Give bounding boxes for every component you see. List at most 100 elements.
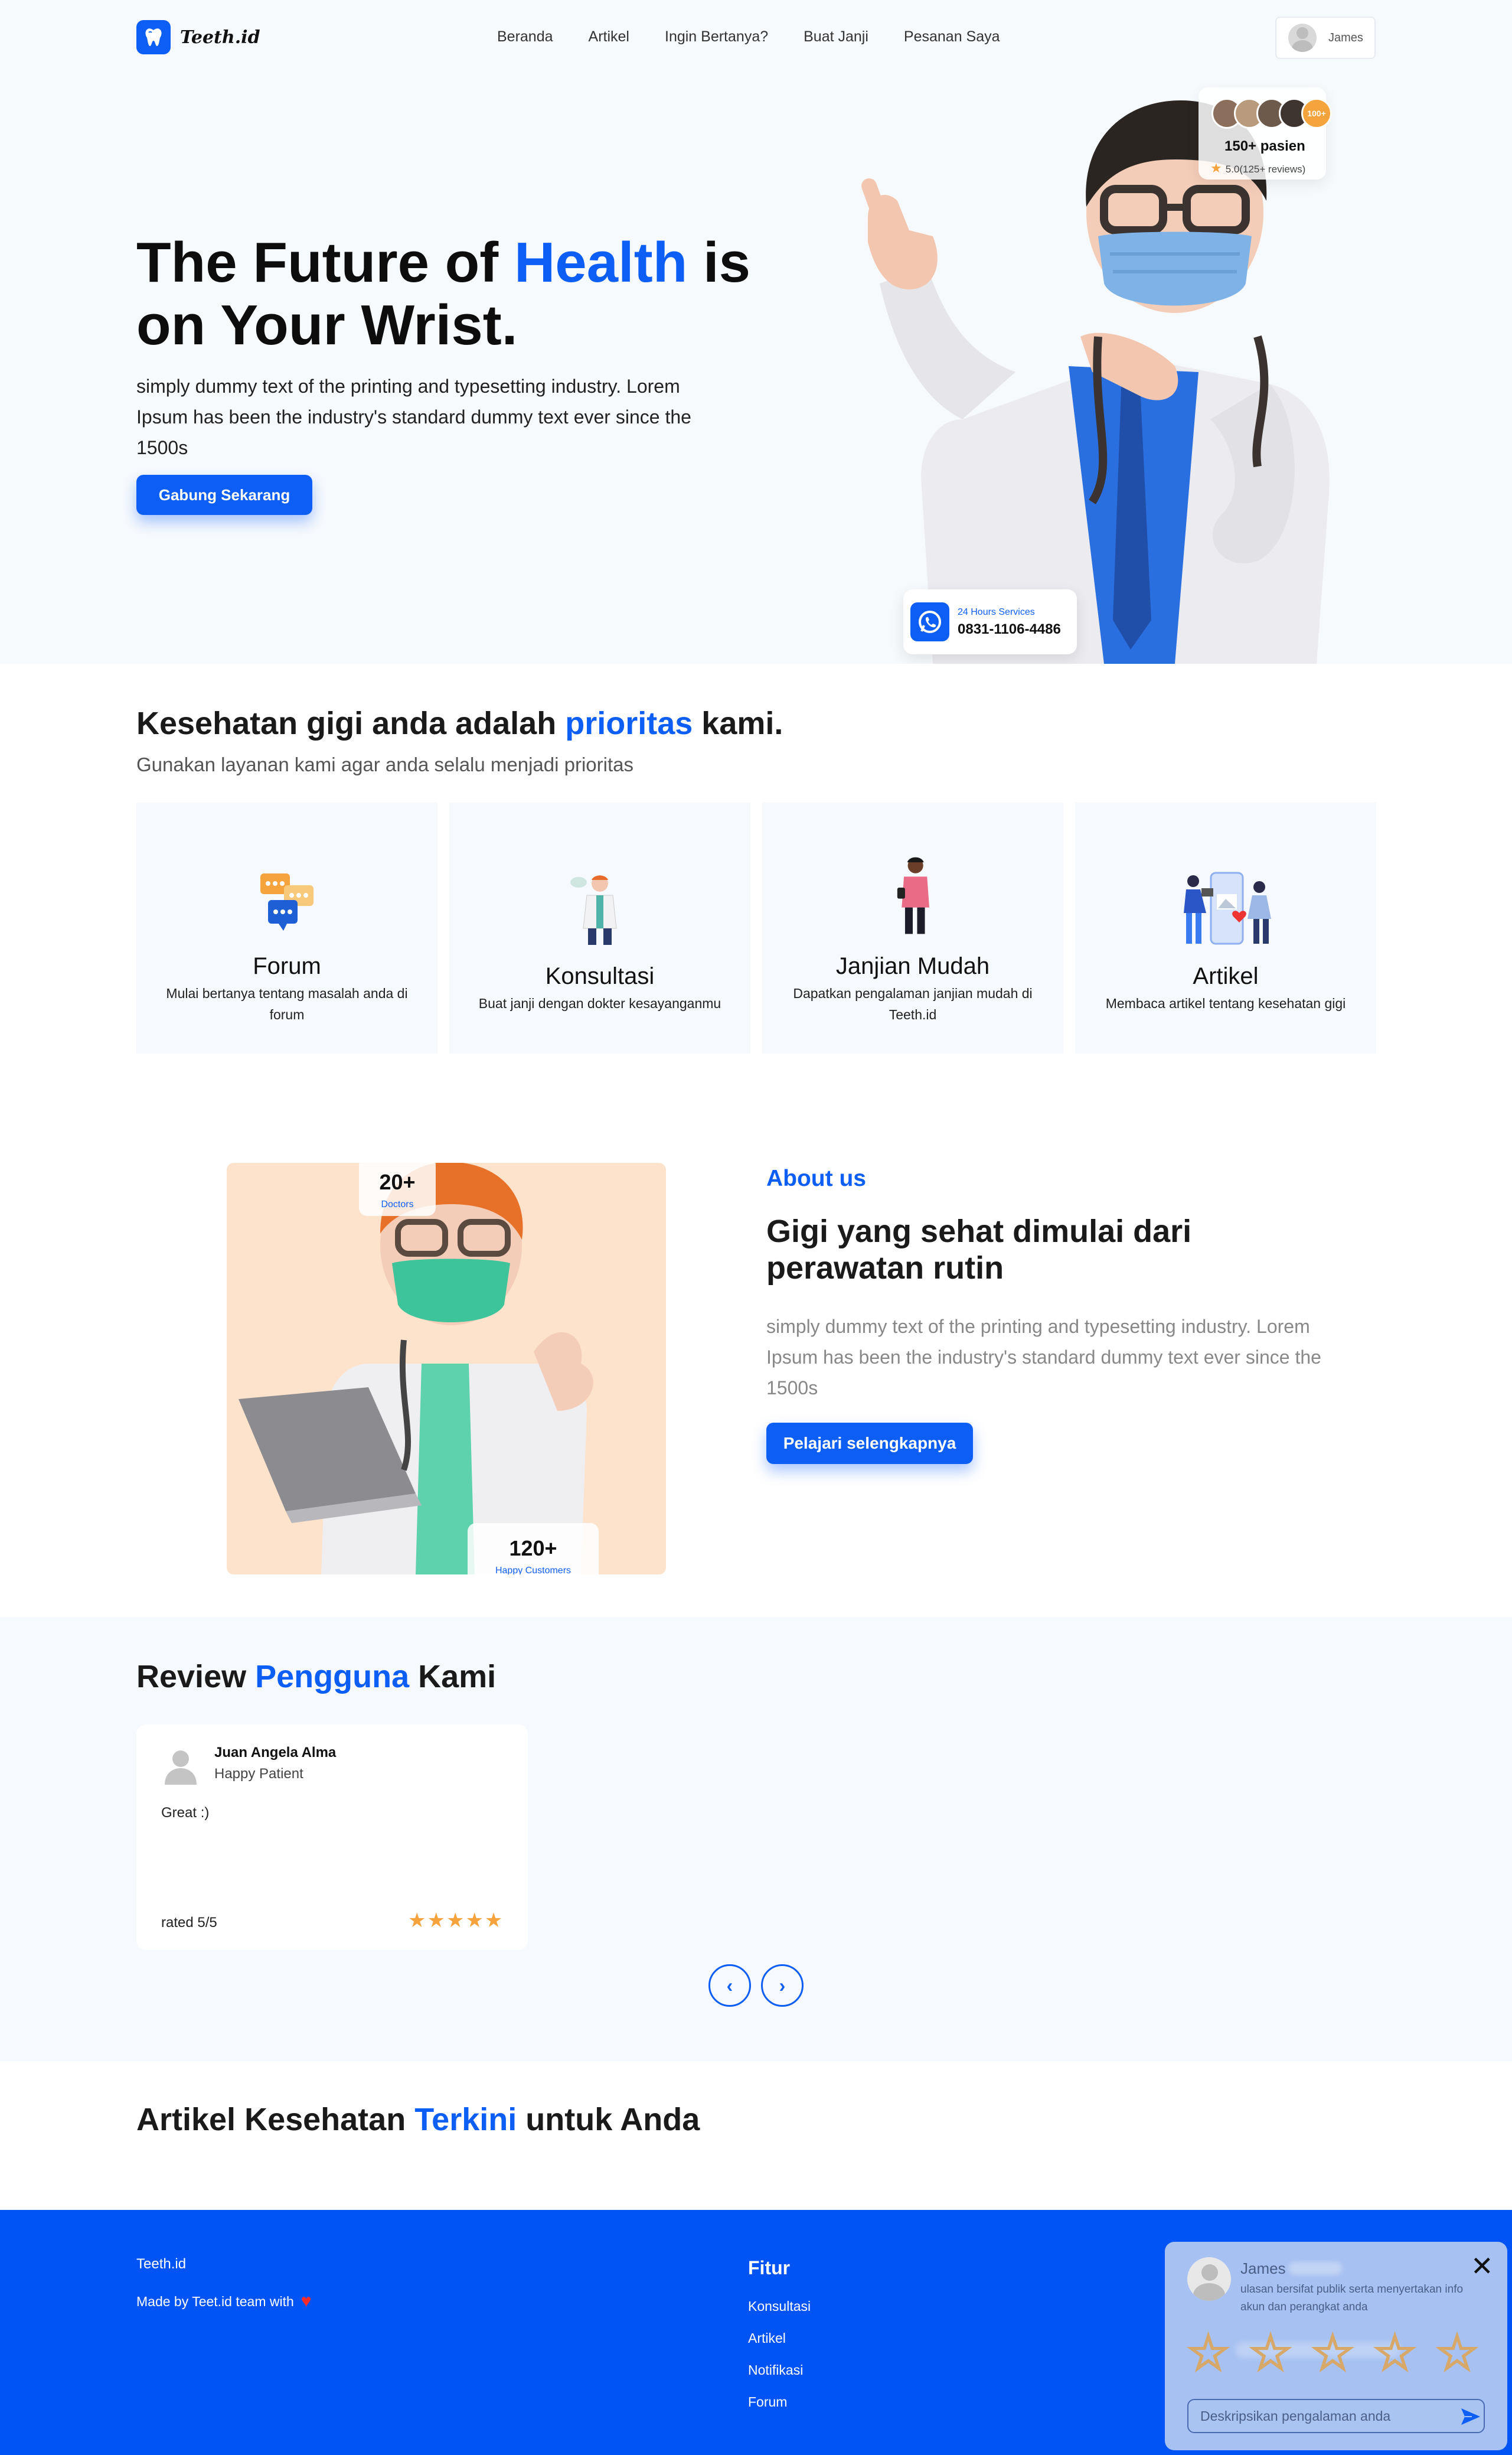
footer-link-artikel[interactable]: Artikel <box>748 2330 811 2362</box>
service-card-title: Forum <box>253 953 321 979</box>
reviews-title-highlight: Pengguna <box>255 1659 410 1694</box>
services-title-part: kami. <box>693 706 783 741</box>
patients-count: 150+ pasien <box>1224 138 1305 154</box>
star-3-icon[interactable]: ☆ <box>1309 2327 1356 2379</box>
rating-text: 5.0(125+ reviews) <box>1225 164 1306 175</box>
page: Teeth.id Beranda Artikel Ingin Bertanya?… <box>0 0 1512 2455</box>
service-card-desc: Dapatkan pengalaman janjian mudah di Tee… <box>793 986 1033 1022</box>
user-menu-button[interactable]: James <box>1275 17 1376 59</box>
person-phone-icon <box>897 857 929 934</box>
hero-title-highlight: Health <box>514 231 688 294</box>
services-title: Kesehatan gigi anda adalah prioritas kam… <box>136 705 783 742</box>
star-1-icon[interactable]: ☆ <box>1185 2327 1231 2379</box>
close-icon[interactable]: ✕ <box>1471 2252 1494 2280</box>
doctors-stat-label: Doctors <box>381 1199 414 1209</box>
about-title: Gigi yang sehat dimulai dari perawatan r… <box>766 1214 1192 1286</box>
learn-more-button[interactable]: Pelajari selengkapnya <box>766 1423 973 1464</box>
patients-card: 100+ 150+ pasien ★ 5.0(125+ reviews) <box>1199 87 1332 180</box>
footer-link-konsultasi[interactable]: Konsultasi <box>748 2298 811 2330</box>
footer-credit: Made by Teet.id team with ♥ <box>136 2291 312 2311</box>
service-card-janjian-mudah[interactable]: Janjian Mudah Dapatkan pengalaman janjia… <box>762 803 1063 1077</box>
articles-title-highlight: Terkini <box>414 2102 517 2137</box>
reviews-title: Review Pengguna Kami <box>136 1658 496 1695</box>
service-hours-label: 24 Hours Services <box>958 607 1035 617</box>
review-stars: ★★★★★ <box>408 1909 504 1932</box>
prev-review-button[interactable]: ‹ <box>708 1964 751 2007</box>
doctor-icon <box>570 875 617 945</box>
main-menu: Beranda Artikel Ingin Bertanya? Buat Jan… <box>497 28 1036 45</box>
hero-section: The Future of Health is on Your Wrist. s… <box>0 77 1512 664</box>
send-icon[interactable] <box>1460 2407 1481 2426</box>
articles-title-part: untuk Anda <box>517 2102 700 2137</box>
hero-subtitle: simply dummy text of the printing and ty… <box>136 376 691 458</box>
service-card-title: Janjian Mudah <box>835 953 990 979</box>
join-now-button[interactable]: Gabung Sekarang <box>136 475 312 515</box>
feedback-privacy-note: ulasan bersifat publik serta menyertakan… <box>1240 2283 1464 2313</box>
customers-stat-card: 120+ Happy Customers <box>468 1523 599 1574</box>
menu-pesanan-saya[interactable]: Pesanan Saya <box>904 28 1000 45</box>
service-phone: 0831-1106-4486 <box>958 621 1061 637</box>
user-name: James <box>1328 31 1363 44</box>
feedback-widget: James ulasan bersifat publik serta menye… <box>1165 2242 1507 2450</box>
services-subtitle: Gunakan layanan kami agar anda selalu me… <box>136 754 633 775</box>
star-5-icon[interactable]: ☆ <box>1434 2327 1480 2379</box>
footer-link-forum[interactable]: Forum <box>748 2394 811 2426</box>
service-card-artikel[interactable]: Artikel Membaca artikel tentang kesehata… <box>1075 803 1376 1077</box>
menu-buat-janji[interactable]: Buat Janji <box>804 28 868 45</box>
review-card: Juan Angela Alma Happy Patient Great :) … <box>136 1724 528 1950</box>
feedback-user-name: James <box>1240 2260 1286 2277</box>
tooth-logo-icon <box>136 20 171 54</box>
footer-features-title: Fitur <box>748 2257 791 2278</box>
articles-section: Artikel Kesehatan Terkini untuk Anda <box>0 2061 1512 2210</box>
star-4-icon[interactable]: ☆ <box>1371 2327 1418 2379</box>
footer-features-list: Konsultasi Artikel Notifikasi Forum <box>748 2298 811 2426</box>
customers-stat-value: 120+ <box>509 1536 557 1560</box>
user-avatar <box>1288 24 1317 52</box>
chat-bubbles-icon <box>260 873 313 931</box>
patient-avatars: 100+ <box>1211 98 1332 129</box>
articles-title-part: Artikel Kesehatan <box>136 2102 415 2137</box>
hero-title: The Future of Health is on Your Wrist. <box>136 232 798 357</box>
services-section: Kesehatan gigi anda adalah prioritas kam… <box>0 664 1512 1077</box>
menu-ingin-bertanya[interactable]: Ingin Bertanya? <box>665 28 768 45</box>
about-illustration: 20+ Doctors 120+ Happy Customers <box>227 1163 666 1574</box>
service-card-desc: Buat janji dengan dokter kesayanganmu <box>478 996 721 1011</box>
article-phone-icon <box>1184 872 1271 945</box>
service-card-desc: Membaca artikel tentang kesehatan gigi <box>1105 996 1346 1011</box>
navbar: Teeth.id Beranda Artikel Ingin Bertanya?… <box>0 0 1512 77</box>
service-card-konsultasi[interactable]: Konsultasi Buat janji dengan dokter kesa… <box>449 803 750 1077</box>
reviewer-name: Juan Angela Alma <box>214 1745 337 1760</box>
brand-name: Teeth.id <box>180 27 260 48</box>
service-card-title: Konsultasi <box>545 963 655 989</box>
reviewer-avatar-icon <box>165 1750 197 1785</box>
footer-brand[interactable]: Teeth.id <box>136 2256 186 2273</box>
menu-artikel[interactable]: Artikel <box>589 28 629 45</box>
doctor-laptop-illustration <box>239 1163 593 1574</box>
articles-title: Artikel Kesehatan Terkini untuk Anda <box>136 2101 700 2138</box>
about-text: simply dummy text of the printing and ty… <box>766 1316 1321 1398</box>
review-rating-text: rated 5/5 <box>161 1915 217 1931</box>
review-text: Great :) <box>161 1805 210 1821</box>
heart-icon: ♥ <box>301 2291 312 2311</box>
menu-beranda[interactable]: Beranda <box>497 28 553 45</box>
feedback-star-rating: ☆ ☆ ☆ ☆ ☆ <box>1185 2327 1480 2379</box>
feedback-input[interactable]: Deskripsikan pengalaman anda <box>1187 2399 1485 2433</box>
star-2-icon[interactable]: ☆ <box>1248 2327 1294 2379</box>
service-card-forum[interactable]: Forum Mulai bertanya tentang masalah and… <box>136 803 437 1077</box>
patients-rating: ★ 5.0(125+ reviews) <box>1210 161 1305 176</box>
reviews-title-part: Review <box>136 1659 256 1694</box>
logo[interactable]: Teeth.id <box>136 20 260 54</box>
footer-credit-text: Made by Teet.id team with <box>136 2293 294 2309</box>
doctors-stat-value: 20+ <box>379 1170 416 1194</box>
next-review-button[interactable]: › <box>761 1964 804 2007</box>
patients-count-badge: 100+ <box>1301 98 1332 129</box>
about-kicker: About us <box>766 1166 866 1191</box>
whatsapp-contact-card[interactable]: 24 Hours Services 0831-1106-4486 <box>903 589 1077 654</box>
about-section: 20+ Doctors 120+ Happy Customers About u… <box>0 1054 1512 1617</box>
whatsapp-icon <box>910 602 949 641</box>
star-icon: ★ <box>1210 161 1222 175</box>
reviews-title-part: Kami <box>409 1659 497 1694</box>
hero-title-part: The Future of <box>136 231 514 294</box>
footer-link-notifikasi[interactable]: Notifikasi <box>748 2362 811 2394</box>
service-cards: Forum Mulai bertanya tentang masalah and… <box>136 803 1376 1077</box>
